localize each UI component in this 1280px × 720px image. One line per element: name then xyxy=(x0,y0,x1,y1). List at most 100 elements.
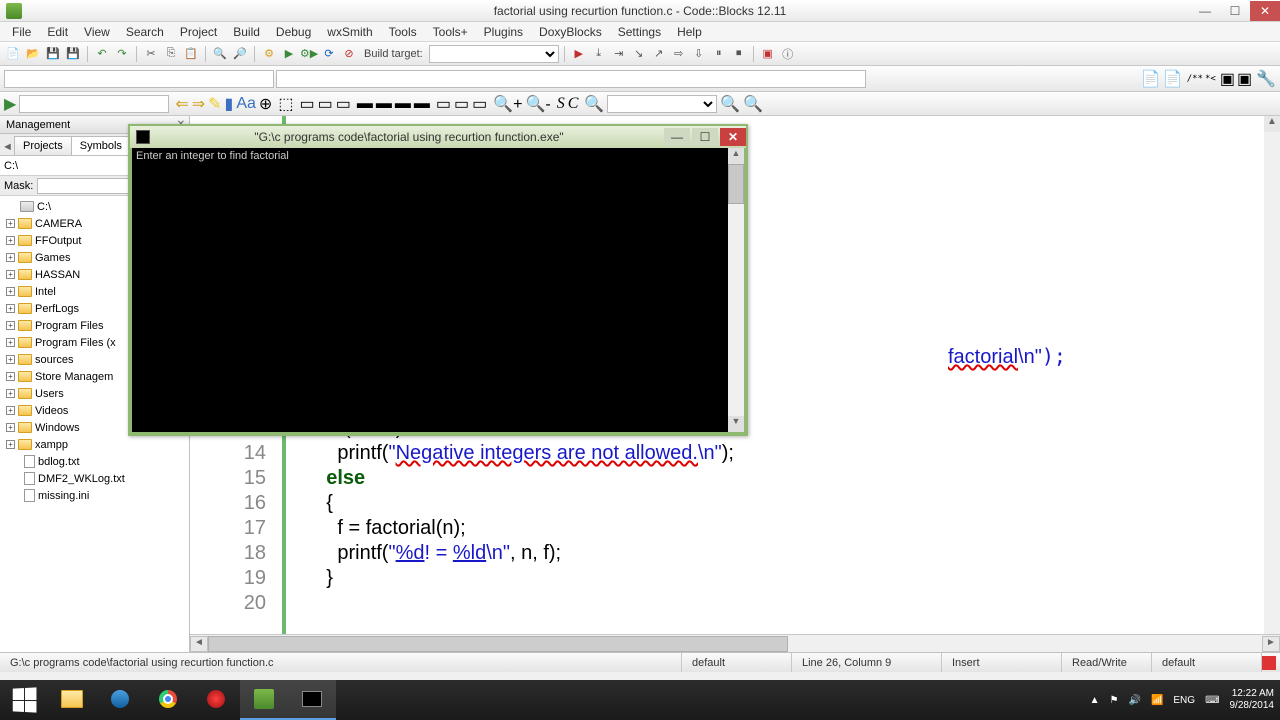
cont1-icon[interactable]: ▭ xyxy=(436,94,451,114)
open-file-icon[interactable]: 📂 xyxy=(24,45,42,63)
stop-debug-icon[interactable]: ⏹ xyxy=(730,45,748,63)
console-window[interactable]: "G:\c programs code\factorial using recu… xyxy=(128,124,748,436)
find-icon[interactable]: 🔍 xyxy=(211,45,229,63)
redo-icon[interactable]: ↷ xyxy=(113,45,131,63)
symbol-combo[interactable] xyxy=(276,70,866,88)
console-minimize-button[interactable]: — xyxy=(664,128,690,146)
expand-icon[interactable]: + xyxy=(6,440,15,449)
menu-build[interactable]: Build xyxy=(225,25,268,39)
goto-input[interactable] xyxy=(19,95,169,113)
expand-icon[interactable]: + xyxy=(6,389,15,398)
menu-plugins[interactable]: Plugins xyxy=(476,25,531,39)
task-console[interactable] xyxy=(288,680,336,720)
search-opts-icon[interactable]: 🔍 xyxy=(720,94,740,114)
expand-icon[interactable]: + xyxy=(6,338,15,347)
menu-view[interactable]: View xyxy=(76,25,118,39)
tree-file[interactable]: DMF2_WKLog.txt xyxy=(0,470,189,487)
forward-icon[interactable]: ⇒ xyxy=(192,94,205,114)
scroll-up-icon[interactable]: ▲ xyxy=(1264,116,1280,132)
s-icon[interactable]: S xyxy=(557,95,565,113)
block1-icon[interactable]: ▬ xyxy=(357,95,373,113)
build-target-combo[interactable] xyxy=(429,45,559,63)
abort-icon[interactable]: ⊘ xyxy=(340,45,358,63)
expand-icon[interactable]: + xyxy=(6,236,15,245)
scroll-track[interactable] xyxy=(208,636,1262,652)
paste-icon[interactable]: 📋 xyxy=(182,45,200,63)
tray-keyboard-icon[interactable]: ⌨ xyxy=(1205,695,1219,706)
menu-toolsplus[interactable]: Tools+ xyxy=(425,25,476,39)
menu-file[interactable]: File xyxy=(4,25,39,39)
cut-icon[interactable]: ✂ xyxy=(142,45,160,63)
highlight-icon[interactable]: ✎ xyxy=(208,94,221,114)
step-into-icon[interactable]: ↘ xyxy=(630,45,648,63)
comment-block-icon[interactable]: /** xyxy=(1187,74,1203,84)
console-maximize-button[interactable]: ☐ xyxy=(692,128,718,146)
box2-icon[interactable]: ▭ xyxy=(318,94,333,114)
menu-search[interactable]: Search xyxy=(118,25,172,39)
block3-icon[interactable]: ▬ xyxy=(395,95,411,113)
expand-icon[interactable]: + xyxy=(6,372,15,381)
replace-icon[interactable]: 🔎 xyxy=(231,45,249,63)
start-button[interactable] xyxy=(0,680,48,720)
copy-icon[interactable]: ⎘ xyxy=(162,45,180,63)
info-icon[interactable]: ⓘ xyxy=(779,45,797,63)
search-combo[interactable] xyxy=(607,95,717,113)
doxy-config-icon[interactable]: 🔧 xyxy=(1256,69,1276,89)
expand-icon[interactable]: + xyxy=(6,219,15,228)
jump-icon[interactable]: ▶ xyxy=(4,94,16,114)
run-icon[interactable]: ▶ xyxy=(280,45,298,63)
console-scroll-down-icon[interactable]: ▼ xyxy=(728,416,744,432)
expand-icon[interactable]: + xyxy=(6,321,15,330)
expand-icon[interactable]: + xyxy=(6,253,15,262)
doxy-chm-icon[interactable]: ▣ xyxy=(1237,69,1252,89)
menu-doxyblocks[interactable]: DoxyBlocks xyxy=(531,25,610,39)
tray-flag-icon[interactable]: ⚑ xyxy=(1110,695,1119,706)
menu-settings[interactable]: Settings xyxy=(610,25,669,39)
task-explorer[interactable] xyxy=(48,680,96,720)
menu-edit[interactable]: Edit xyxy=(39,25,76,39)
console-titlebar[interactable]: "G:\c programs code\factorial using recu… xyxy=(130,126,746,148)
new-file-icon[interactable]: 📄 xyxy=(4,45,22,63)
build-icon[interactable]: ⚙ xyxy=(260,45,278,63)
break-icon[interactable]: ⏸ xyxy=(710,45,728,63)
block4-icon[interactable]: ▬ xyxy=(414,95,430,113)
scroll-thumb[interactable] xyxy=(208,636,788,652)
scope-combo[interactable] xyxy=(4,70,274,88)
close-button[interactable]: ✕ xyxy=(1250,1,1280,21)
cont2-icon[interactable]: ▭ xyxy=(454,94,469,114)
c-icon[interactable]: C xyxy=(568,95,579,113)
next-instr-icon[interactable]: ⇨ xyxy=(670,45,688,63)
tree-file[interactable]: bdlog.txt xyxy=(0,453,189,470)
expand-icon[interactable]: + xyxy=(6,287,15,296)
tray-clock[interactable]: 12:22 AM 9/28/2014 xyxy=(1230,688,1275,712)
tree-folder[interactable]: +xampp xyxy=(0,436,189,453)
tree-file[interactable]: missing.ini xyxy=(0,487,189,504)
menu-wxsmith[interactable]: wxSmith xyxy=(319,25,380,39)
undo-icon[interactable]: ↶ xyxy=(93,45,111,63)
debug-windows-icon[interactable]: ▣ xyxy=(759,45,777,63)
run-to-cursor-icon[interactable]: ⤓ xyxy=(590,45,608,63)
tray-network-icon[interactable]: 📶 xyxy=(1151,695,1163,706)
editor-hscroll[interactable]: ◄ ► xyxy=(190,634,1280,652)
debug-run-icon[interactable]: ▶ xyxy=(570,45,588,63)
zoom-out-icon[interactable]: 🔍- xyxy=(525,94,550,114)
cont3-icon[interactable]: ▭ xyxy=(472,94,487,114)
tab-symbols[interactable]: Symbols xyxy=(71,136,131,155)
console-close-button[interactable]: ✕ xyxy=(720,128,746,146)
zoom-in-icon[interactable]: 🔍+ xyxy=(493,94,522,114)
step-out-icon[interactable]: ↗ xyxy=(650,45,668,63)
rebuild-icon[interactable]: ⟳ xyxy=(320,45,338,63)
scroll-left-icon[interactable]: ◄ xyxy=(190,636,208,652)
tab-projects[interactable]: Projects xyxy=(14,136,72,155)
doxy-run-icon[interactable]: ▣ xyxy=(1220,69,1235,89)
minimize-button[interactable]: — xyxy=(1190,1,1220,21)
maximize-button[interactable]: ☐ xyxy=(1220,1,1250,21)
expand-icon[interactable]: + xyxy=(6,423,15,432)
back-icon[interactable]: ⇐ xyxy=(175,94,188,114)
next-line-icon[interactable]: ⇥ xyxy=(610,45,628,63)
step-instr-icon[interactable]: ⇩ xyxy=(690,45,708,63)
search-text-icon[interactable]: 🔍 xyxy=(584,94,604,114)
console-scroll-thumb[interactable] xyxy=(728,164,744,204)
console-vscroll[interactable]: ▲ ▼ xyxy=(728,148,744,432)
selection-icon[interactable]: ▮ xyxy=(225,94,234,114)
